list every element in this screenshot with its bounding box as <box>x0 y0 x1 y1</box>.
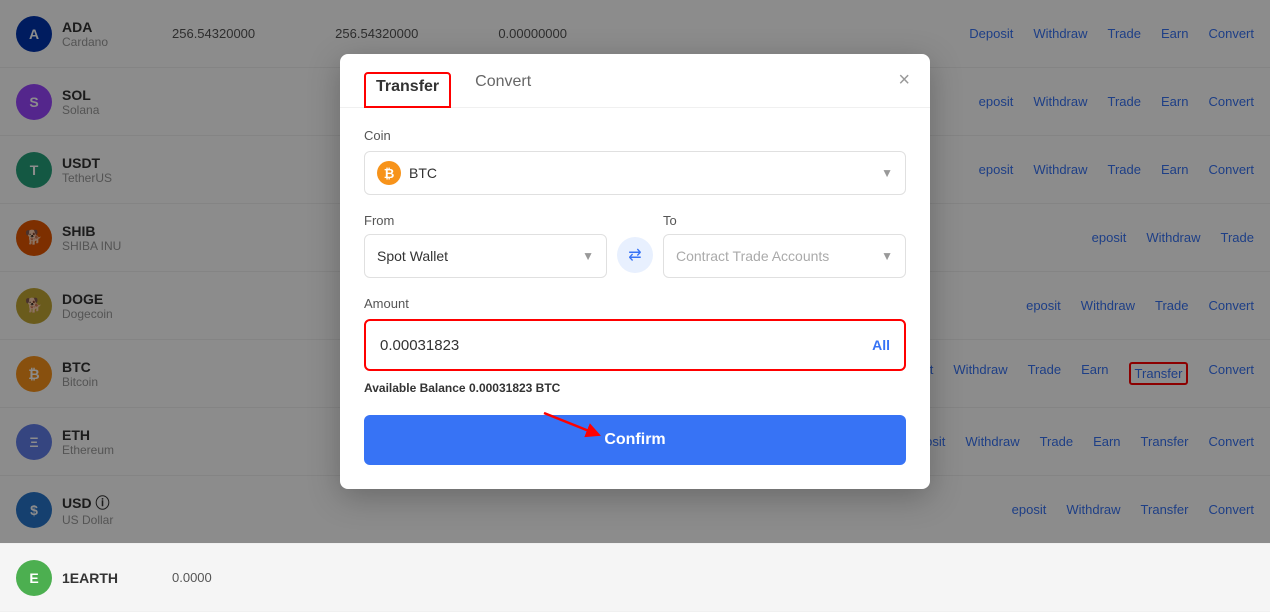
close-button[interactable]: × <box>898 70 910 90</box>
available-amount: 0.00031823 BTC <box>469 381 560 395</box>
from-label: From <box>364 213 607 228</box>
convert-tab[interactable]: Convert <box>475 73 531 107</box>
amount-input-wrapper: All <box>364 319 906 371</box>
to-wallet-placeholder: Contract Trade Accounts <box>676 248 829 264</box>
to-chevron-icon: ▼ <box>881 249 893 263</box>
from-to-row: From Spot Wallet ▼ ⇄ To Contract Trade A… <box>364 213 906 278</box>
swap-arrows-icon: ⇄ <box>628 245 641 265</box>
coin-label: Coin <box>364 128 906 143</box>
available-balance: Available Balance 0.00031823 BTC <box>364 381 906 395</box>
from-wallet-value: Spot Wallet <box>377 248 448 264</box>
transfer-tab[interactable]: Transfer <box>364 72 451 108</box>
all-button[interactable]: All <box>872 337 890 353</box>
red-arrow-svg <box>524 403 624 453</box>
modal-body: Coin ₿ BTC ▼ From Spot Wallet ▼ <box>340 108 930 489</box>
table-row: E 1EARTH 0.0000 <box>0 544 1270 612</box>
to-label: To <box>663 213 906 228</box>
coin-select-dropdown[interactable]: ₿ BTC ▼ <box>364 151 906 195</box>
amount-input[interactable] <box>380 337 872 354</box>
amount-label: Amount <box>364 296 906 311</box>
from-section: From Spot Wallet ▼ <box>364 213 607 278</box>
transfer-modal: Transfer Convert × Coin ₿ BTC ▼ From Spo… <box>340 54 930 489</box>
coin-select-value: BTC <box>409 165 437 181</box>
from-chevron-icon: ▼ <box>582 249 594 263</box>
chevron-down-icon: ▼ <box>881 166 893 180</box>
btc-coin-icon: ₿ <box>377 161 401 185</box>
modal-header: Transfer Convert × <box>340 54 930 108</box>
earth-icon: E <box>16 560 52 596</box>
from-wallet-dropdown[interactable]: Spot Wallet ▼ <box>364 234 607 278</box>
swap-button[interactable]: ⇄ <box>617 237 653 273</box>
modal-overlay: Transfer Convert × Coin ₿ BTC ▼ From Spo… <box>0 0 1270 543</box>
to-wallet-dropdown[interactable]: Contract Trade Accounts ▼ <box>663 234 906 278</box>
confirm-button[interactable]: Confirm <box>364 415 906 465</box>
to-section: To Contract Trade Accounts ▼ <box>663 213 906 278</box>
